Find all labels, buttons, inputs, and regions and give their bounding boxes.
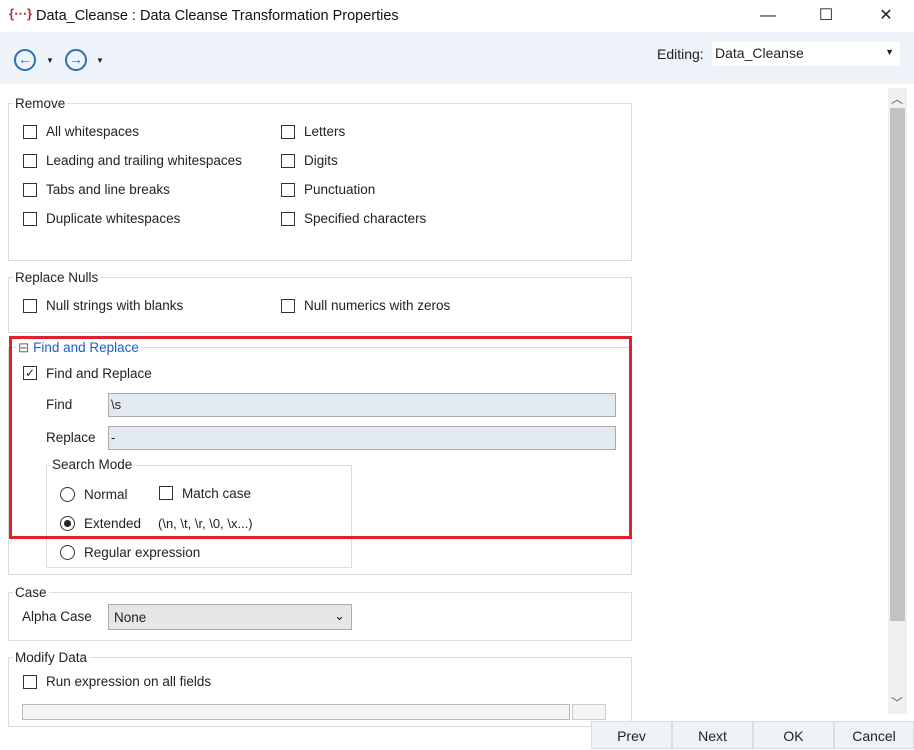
forward-dropdown-icon[interactable]: ▼ [96,56,104,65]
prev-button[interactable]: Prev [591,721,672,749]
expression-button[interactable] [572,704,606,720]
back-dropdown-icon[interactable]: ▼ [46,56,54,65]
remove-checkbox[interactable] [23,125,37,139]
back-arrow-icon[interactable]: ← [14,49,36,71]
case-legend: Case [13,585,49,600]
remove-option-label: All whitespaces [46,124,140,139]
scroll-down-icon[interactable]: ﹀ [891,694,903,711]
regex-label: Regular expression [84,545,201,560]
remove-legend: Remove [13,96,68,111]
run-expression-label: Run expression on all fields [46,674,212,689]
alpha-case-label: Alpha Case [22,609,92,624]
ok-button[interactable]: OK [753,721,834,749]
remove-checkbox[interactable] [281,125,295,139]
replace-nulls-legend: Replace Nulls [13,270,101,285]
remove-option-label: Punctuation [304,182,376,197]
editing-value: Data_Cleanse [715,45,804,61]
highlight-box [9,336,632,539]
run-expression-checkbox[interactable] [23,675,37,689]
app-icon: {⋯} [9,6,33,21]
regex-radio[interactable] [60,545,75,560]
maximize-button[interactable]: ☐ [806,4,846,28]
forward-arrow-icon[interactable]: → [65,49,87,71]
remove-checkbox[interactable] [281,154,295,168]
remove-option-label: Letters [304,124,346,139]
expression-input[interactable] [22,704,570,720]
remove-option-label: Tabs and line breaks [46,182,170,197]
null-numerics-checkbox[interactable] [281,299,295,313]
minimize-button[interactable]: — [748,4,788,28]
scroll-up-icon[interactable]: ︿ [891,90,903,107]
window-title: Data_Cleanse : Data Cleanse Transformati… [36,8,399,24]
remove-option-label: Specified characters [304,211,427,226]
remove-checkbox[interactable] [23,183,37,197]
null-numerics-label: Null numerics with zeros [304,298,451,313]
editing-label: Editing: [657,46,704,62]
alpha-case-select[interactable]: None ⌄ [108,604,352,630]
chevron-down-icon: ▼ [885,47,894,57]
remove-checkbox[interactable] [281,212,295,226]
next-button[interactable]: Next [672,721,753,749]
modify-data-legend: Modify Data [13,650,90,665]
remove-checkbox[interactable] [23,154,37,168]
scrollbar-thumb[interactable] [890,108,905,621]
close-button[interactable]: ✕ [866,4,906,28]
remove-checkbox[interactable] [23,212,37,226]
remove-checkbox[interactable] [281,183,295,197]
alpha-case-value: None [114,610,147,625]
chevron-down-icon: ⌄ [334,608,345,623]
cancel-button[interactable]: Cancel [834,721,914,749]
remove-option-label: Duplicate whitespaces [46,211,181,226]
null-strings-checkbox[interactable] [23,299,37,313]
remove-option-label: Leading and trailing whitespaces [46,153,242,168]
remove-option-label: Digits [304,153,338,168]
editing-select[interactable]: Data_Cleanse ▼ [712,42,900,66]
null-strings-label: Null strings with blanks [46,298,184,313]
